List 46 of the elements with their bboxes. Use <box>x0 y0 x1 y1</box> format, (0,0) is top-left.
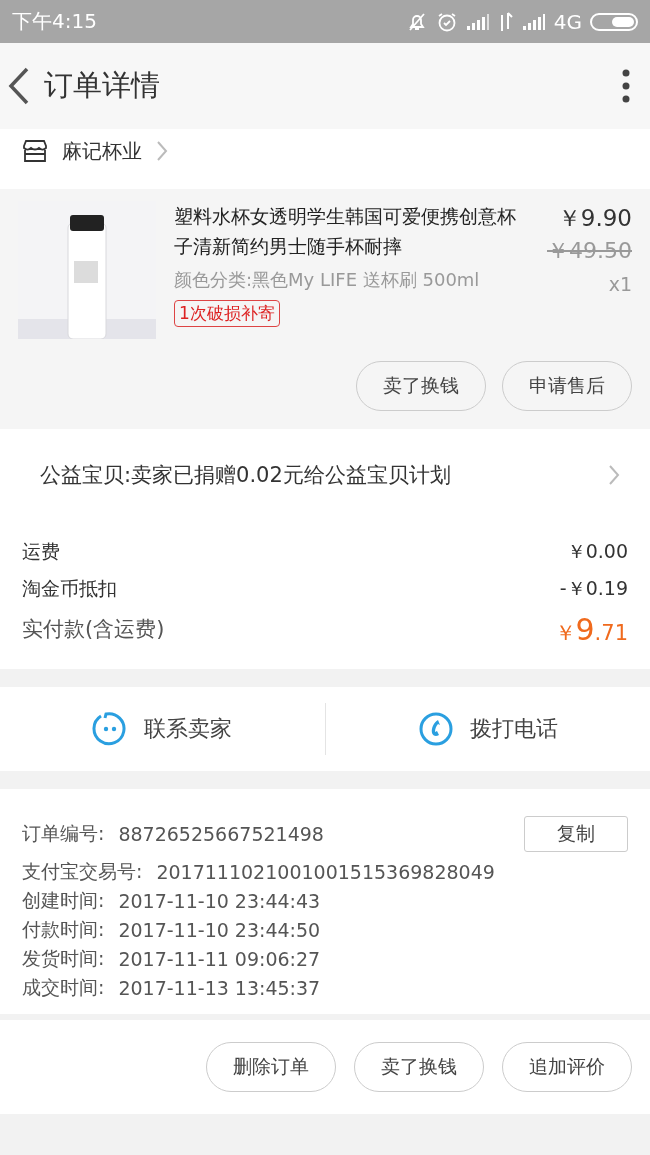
contact-button[interactable]: 联系卖家 <box>0 703 325 755</box>
battery-icon <box>590 11 638 32</box>
info-value: 88726525667521498 <box>118 823 324 845</box>
action-button[interactable]: 卖了换钱 <box>356 361 486 411</box>
info-value: 2017-11-10 23:44:50 <box>118 918 321 941</box>
product-title[interactable]: 塑料水杯女透明学生韩国可爱便携创意杯子清新简约男士随手杯耐摔 <box>174 201 529 261</box>
fee-value: -￥0.19 <box>559 575 628 601</box>
chevron-icon <box>608 464 620 486</box>
signal-icon <box>465 12 490 31</box>
info-label: 支付宝交易号: <box>22 858 143 884</box>
total-label: 实付款(含运费) <box>22 616 165 643</box>
page-title: 订单详情 <box>44 67 161 104</box>
info-label: 发货时间: <box>22 945 105 971</box>
network-label: 4G <box>553 9 582 34</box>
action-button[interactable]: 删除订单 <box>206 1042 336 1092</box>
info-label: 订单编号: <box>22 821 105 846</box>
info-value: 2017-11-11 09:06:27 <box>118 947 321 970</box>
fee-label: 运费 <box>22 538 60 564</box>
copy-button[interactable]: 复制 <box>524 816 628 852</box>
info-label: 成交时间: <box>22 974 105 1000</box>
shop-row[interactable]: 麻记杯业 <box>0 129 650 173</box>
action-button[interactable]: 追加评价 <box>502 1042 632 1092</box>
fee-value: ￥0.00 <box>566 538 628 564</box>
back-icon[interactable] <box>8 67 30 105</box>
action-button[interactable]: 卖了换钱 <box>354 1042 484 1092</box>
info-label: 付款时间: <box>22 916 105 942</box>
info-value: 2017-11-13 13:45:37 <box>118 976 321 999</box>
fee-label: 淘金币抵扣 <box>22 575 117 601</box>
info-label: 创建时间: <box>22 887 105 913</box>
product-spec: 颜色分类:黑色My LIFE 送杯刷 500ml <box>174 268 480 292</box>
phone-icon <box>417 711 454 747</box>
more-icon[interactable] <box>622 69 630 103</box>
product-price: ￥9.90 <box>557 204 632 233</box>
service-tag: 1次破损补寄 <box>174 300 280 327</box>
signal-icon <box>521 12 546 31</box>
charity-row[interactable]: 公益宝贝:卖家已捐赠0.02元给公益宝贝计划 <box>0 429 650 521</box>
info-value: 2017111021001001515369828049 <box>156 860 495 883</box>
action-button[interactable]: 申请售后 <box>502 361 632 411</box>
contact-button[interactable]: 拨打电话 <box>324 703 650 755</box>
status-time: 下午4:15 <box>12 8 97 35</box>
store-icon <box>22 139 48 163</box>
info-value: 2017-11-10 23:44:43 <box>118 889 321 912</box>
total-amount: ￥9.71 <box>554 611 628 647</box>
quantity: x1 <box>608 272 632 297</box>
chevron-icon <box>156 140 168 162</box>
original-price: ￥49.50 <box>547 237 632 265</box>
